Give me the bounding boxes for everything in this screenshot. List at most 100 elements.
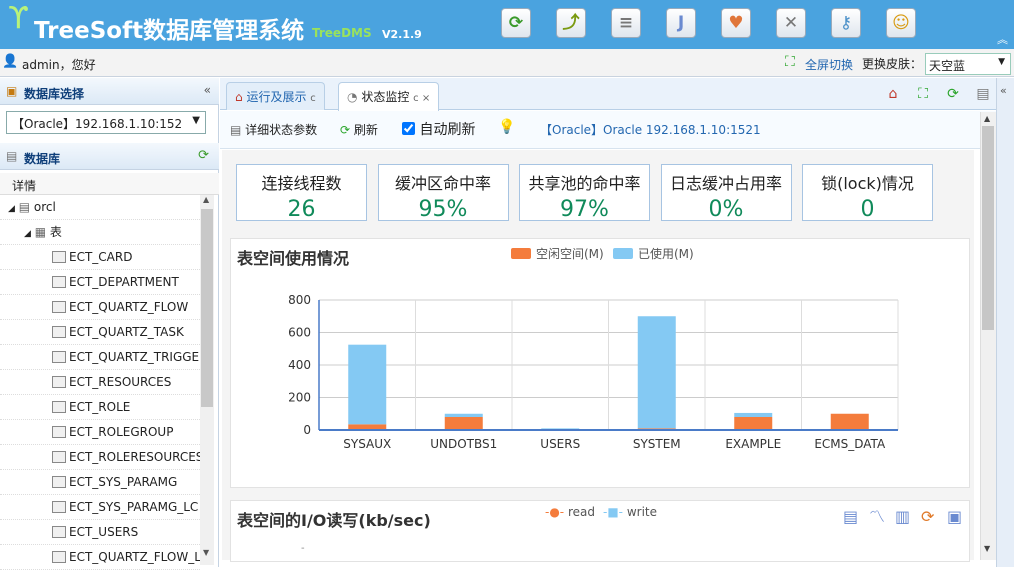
tree-table-label: ECT_USERS [69,525,139,539]
db-select-title: 数据库选择 [24,87,85,101]
auto-refresh-checkbox[interactable] [402,122,415,135]
skin-select[interactable]: 天空蓝 ▼ [925,53,1011,75]
stat-label: 锁(lock)情况 [821,174,914,193]
expand-right-panel-icon[interactable]: « [1000,84,1007,97]
tree-table-item[interactable]: ECT_QUARTZ_TASK [0,320,200,345]
tree-column-header: 详情 [0,173,219,195]
tree-table-item[interactable]: ECT_DEPARTMENT [0,270,200,295]
expand-icon[interactable]: ◢ [24,229,31,239]
tree-node-root[interactable]: ◢ ▤ orcl [0,195,200,220]
save-image-icon[interactable]: ▣ [947,507,973,526]
y-tick-label: 0 [303,423,311,437]
content-scrollbar-thumb[interactable] [982,126,994,330]
bar-free[interactable] [830,413,869,430]
tab-status-monitor[interactable]: ◔ 状态监控 c × [338,82,440,111]
fullscreen-icon[interactable]: ⛶ [785,54,795,70]
fullscreen-button[interactable]: 全屏切换 [805,56,853,73]
java-icon[interactable]: J [666,8,696,38]
legend-label-write: write [626,505,657,519]
bar-free[interactable] [734,417,773,430]
detail-params-button[interactable]: ▤ 详细状态参数 [230,121,317,138]
tree-node-folder[interactable]: ◢ ▦ 表 [0,220,200,245]
tab-bar: ⌂ 运行及展示 c ◔ 状态监控 c × ⌂ ⛶ ⟳ ▤ [220,78,1014,111]
tab-close-icon[interactable]: c × [413,93,430,104]
stat-card: 缓冲区命中率 95% [377,164,509,222]
tree-table-item[interactable]: ECT_ROLEGROUP [0,420,200,445]
stat-card: 共享池的命中率 97% [519,164,650,222]
legend-item-read[interactable]: -●- read [545,505,595,519]
tree-table-item[interactable]: ECT_SYS_PARAMG [0,470,200,495]
line-chart-icon[interactable]: 〽 [869,503,895,527]
data-view-icon[interactable]: ▤ [843,507,869,526]
tab-refresh-icon[interactable]: c [310,93,316,104]
tree-table-item[interactable]: ECT_QUARTZ_FLOW [0,295,200,320]
table-folder-icon: ▦ [34,225,47,239]
tree-table-label: ECT_ROLEGROUP [69,425,174,439]
table-icon [52,501,66,513]
tab-label: 运行及展示 [246,90,307,104]
tree-scrollbar-thumb[interactable] [201,209,213,407]
scroll-up-icon[interactable]: ▲ [984,114,990,123]
tree-table-label: ECT_DEPARTMENT [69,275,179,289]
database-icon[interactable]: ≡ [611,8,641,38]
tree-table-item[interactable]: ECT_RESOURCES [0,370,200,395]
right-collapsed-panel: « [996,78,1014,567]
table-icon [52,251,66,263]
tree-table-item[interactable]: ECT_QUARTZ_FLOW_L [0,545,200,570]
bar-used[interactable] [348,344,387,425]
user-avatar-icon: 👤 [2,54,19,69]
stat-card: 锁(lock)情况 0 [802,164,933,222]
tab-menu-icon[interactable]: ▤ [972,83,994,105]
key-icon[interactable]: ⚷ [831,8,861,38]
tablespace-io-panel: 表空间的I/O读写(kb/sec) -●- read -■- write ▤ 〽 ▥… [230,500,970,562]
tools-icon[interactable]: ✕ [776,8,806,38]
tree-table-item[interactable]: ECT_ROLE [0,395,200,420]
db-tree-title: 数据库 [24,152,61,166]
table-icon [52,551,66,563]
y-tick-label: 800 [288,293,311,307]
user-bar: 👤 admin，您好 ⛶ 全屏切换 更换皮肤： [0,49,1014,77]
scroll-down-icon[interactable]: ▼ [984,544,990,553]
expand-icon[interactable]: ◢ [8,204,15,214]
tree-node-label: orcl [33,200,56,214]
collapse-header-icon[interactable]: ︽ [997,31,1008,47]
bar-used[interactable] [637,316,676,429]
refresh-icon[interactable]: ⟳ [942,83,964,105]
refresh-button[interactable]: ⟳ 刷新 [340,121,378,138]
fullscreen-icon[interactable]: ⛶ [912,83,934,105]
refresh-label: 刷新 [353,123,378,137]
tree-table-label: ECT_QUARTZ_TRIGGE [69,350,200,364]
bar-free[interactable] [444,417,483,430]
scroll-up-icon[interactable]: ▲ [203,195,209,204]
heart-icon[interactable]: ♥ [721,8,751,38]
tree-table-label: ECT_QUARTZ_TASK [69,325,184,339]
tree-table-item[interactable]: ECT_SYS_PARAMG_LC [0,495,200,520]
restore-icon[interactable]: ⟳ [921,507,947,526]
bar-used[interactable] [734,412,773,417]
bar-chart-icon[interactable]: ▥ [895,507,921,526]
stat-card: 连接线程数 26 [236,164,367,222]
collapse-sidebar-icon[interactable]: « [204,83,211,97]
tablespace-usage-panel: 表空间使用情况 空闲空间(M) 已使用(M) 0 200 400 600 800 SYSA… [230,238,970,488]
tab-run-display[interactable]: ⌂ 运行及展示 c [226,82,325,110]
legend-marker-read: -●- [545,505,565,519]
refresh-icon[interactable]: ⟳ [501,8,531,38]
auto-refresh-toggle[interactable]: 自动刷新 [402,119,475,139]
tree-table-item[interactable]: ECT_QUARTZ_TRIGGE [0,345,200,370]
legend-item-write[interactable]: -■- write [603,505,657,519]
user-icon[interactable]: ☺ [886,8,916,38]
table-icon [52,276,66,288]
tree-table-item[interactable]: ECT_ROLERESOURCES [0,445,200,470]
refresh-tree-icon[interactable]: ⟳ [198,148,209,163]
table-icon [52,326,66,338]
auto-refresh-label: 自动刷新 [419,122,476,138]
lightbulb-icon[interactable]: 💡 [498,119,515,135]
scroll-down-icon[interactable]: ▼ [203,548,209,557]
tree-table-item[interactable]: ECT_CARD [0,245,200,270]
tree-table-item[interactable]: ECT_USERS [0,520,200,545]
chart-icon[interactable]: ⤴ [556,8,586,38]
x-tick-label: SYSTEM [633,437,681,451]
home-icon[interactable]: ⌂ [882,83,904,105]
database-select[interactable]: 【Oracle】192.168.1.10:152 ▼ [6,111,206,134]
bar-used[interactable] [444,413,483,417]
